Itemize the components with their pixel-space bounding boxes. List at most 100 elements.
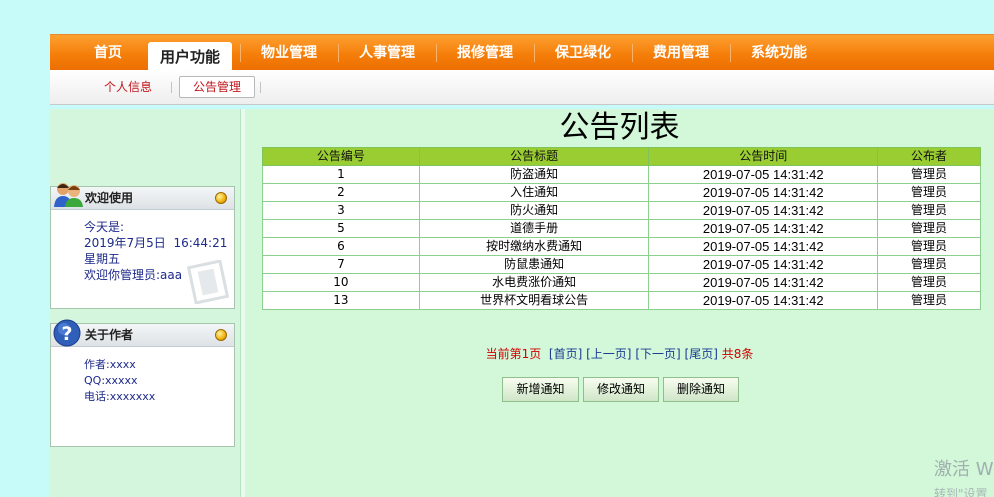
nav-separator [338,44,339,62]
cell-id: 7 [262,255,420,274]
cell-id: 3 [262,201,420,220]
activation-watermark: 激活 W 转到"设置 [934,458,994,497]
status-dot-icon [215,329,227,341]
table-row[interactable]: 3 防火通知 2019-07-05 14:31:42 管理员 [262,201,981,220]
cell-title: 入住通知 [418,183,650,202]
about-box-header: ? 关于作者 [51,319,234,347]
cell-publisher: 管理员 [877,273,981,292]
nav-property-management[interactable]: 物业管理 [246,35,332,71]
cell-publisher: 管理员 [877,255,981,274]
left-sidebar: 欢迎使用 今天是: 2019年7月5日 16:44:21 星期五 欢迎你管理员:… [50,109,240,497]
cell-publisher: 管理员 [877,201,981,220]
watermark-line1: 激活 W [934,459,994,480]
svg-text:?: ? [61,323,72,345]
table-row[interactable]: 13 世界杯文明看球公告 2019-07-05 14:31:42 管理员 [262,291,981,310]
notice-table: 公告编号 公告标题 公告时间 公布者 1 防盗通知 2019-07-05 14:… [262,147,981,310]
cell-title: 防盗通知 [418,165,650,184]
subnav-personal-info[interactable]: 个人信息 [94,77,162,97]
table-row[interactable]: 5 道德手册 2019-07-05 14:31:42 管理员 [262,219,981,238]
table-row[interactable]: 6 按时缴纳水费通知 2019-07-05 14:31:42 管理员 [262,237,981,256]
page-title: 公告列表 [559,110,680,145]
nav-fee-management[interactable]: 费用管理 [638,35,724,71]
cell-time: 2019-07-05 14:31:42 [648,165,879,184]
cell-publisher: 管理员 [877,237,981,256]
cell-time: 2019-07-05 14:31:42 [648,273,879,292]
about-box-body: 作者:xxxx QQ:xxxxx 电话:xxxxxxx [51,347,234,405]
welcome-box-title: 欢迎使用 [85,191,134,205]
column-header-title: 公告标题 [418,147,650,166]
cell-id: 1 [262,165,420,184]
nav-separator [632,44,633,62]
current-time: 16:44:21 [173,236,228,250]
author-line: 作者:xxxx [84,358,136,371]
cell-title: 防火通知 [418,201,650,220]
table-row[interactable]: 10 水电费涨价通知 2019-07-05 14:31:42 管理员 [262,273,981,292]
table-row[interactable]: 7 防鼠患通知 2019-07-05 14:31:42 管理员 [262,255,981,274]
welcome-box: 欢迎使用 今天是: 2019年7月5日 16:44:21 星期五 欢迎你管理员:… [50,183,235,309]
cell-publisher: 管理员 [877,219,981,238]
today-label: 今天是: [84,220,125,234]
nav-home[interactable]: 首页 [78,35,138,71]
cell-publisher: 管理员 [877,165,981,184]
cell-time: 2019-07-05 14:31:42 [648,219,879,238]
nav-repair-management[interactable]: 报修管理 [442,35,528,71]
cell-title: 世界杯文明看球公告 [418,291,650,310]
cell-id: 13 [262,291,420,310]
table-row[interactable]: 1 防盗通知 2019-07-05 14:31:42 管理员 [262,165,981,184]
top-nav: 首页 用户功能 物业管理 人事管理 报修管理 保卫绿化 费用管理 系统功能 [50,34,994,71]
qq-line: QQ:xxxxx [84,374,138,387]
cell-title: 道德手册 [418,219,650,238]
phone-line: 电话:xxxxxxx [84,390,156,403]
nav-separator [534,44,535,62]
nav-separator [240,44,241,62]
cell-id: 10 [262,273,420,292]
next-page-link[interactable]: [下一页] [635,347,680,361]
nav-user-functions[interactable]: 用户功能 [148,42,232,71]
about-box: ? 关于作者 作者:xxxx QQ:xxxxx 电话:xxxxxxx [50,319,235,447]
table-header-row: 公告编号 公告标题 公告时间 公布者 [262,147,981,166]
subnav-separator [260,82,261,93]
cell-time: 2019-07-05 14:31:42 [648,291,879,310]
cell-id: 2 [262,183,420,202]
add-notice-button[interactable]: 新增通知 [502,377,579,402]
main-content: 公告列表 公告编号 公告标题 公告时间 公布者 1 防盗通知 2019-07-0… [245,109,994,497]
nav-system-functions[interactable]: 系统功能 [736,35,822,71]
cell-id: 6 [262,237,420,256]
cell-title: 防鼠患通知 [418,255,650,274]
welcome-box-header: 欢迎使用 [51,183,234,210]
first-page-link[interactable]: [首页] [549,347,582,361]
about-box-title: 关于作者 [85,328,134,342]
cell-time: 2019-07-05 14:31:42 [648,255,879,274]
cell-title: 按时缴纳水费通知 [418,237,650,256]
subnav-separator [171,82,172,93]
current-date: 2019年7月5日 [84,236,166,250]
watermark-line2: 转到"设置 [934,487,988,497]
cell-time: 2019-07-05 14:31:42 [648,183,879,202]
pagination: 当前第1页 [首页] [上一页] [下一页] [尾页] 共8条 [245,345,994,362]
table-row[interactable]: 2 入住通知 2019-07-05 14:31:42 管理员 [262,183,981,202]
cell-title: 水电费涨价通知 [418,273,650,292]
column-header-id: 公告编号 [262,147,420,166]
delete-notice-button[interactable]: 删除通知 [663,377,739,402]
subnav-notice-management[interactable]: 公告管理 [179,76,255,98]
film-watermark-icon [186,260,230,304]
cell-id: 5 [262,219,420,238]
last-page-link[interactable]: [尾页] [685,347,718,361]
cell-publisher: 管理员 [877,291,981,310]
cell-time: 2019-07-05 14:31:42 [648,201,879,220]
cell-publisher: 管理员 [877,183,981,202]
nav-separator [730,44,731,62]
sub-nav: 个人信息 公告管理 [50,70,994,105]
app-frame: 首页 用户功能 物业管理 人事管理 报修管理 保卫绿化 费用管理 系统功能 个人… [50,34,994,497]
status-dot-icon [215,192,227,204]
edit-notice-button[interactable]: 修改通知 [583,377,659,402]
nav-security-greening[interactable]: 保卫绿化 [540,35,626,71]
column-header-publisher: 公布者 [877,147,981,166]
total-count-text: 共8条 [721,347,754,361]
nav-personnel-management[interactable]: 人事管理 [344,35,430,71]
prev-page-link[interactable]: [上一页] [586,347,631,361]
column-header-time: 公告时间 [648,147,879,166]
current-page-text: 当前第1页 [485,347,542,361]
nav-separator [436,44,437,62]
date-time-line: 2019年7月5日 16:44:21 [84,235,234,251]
